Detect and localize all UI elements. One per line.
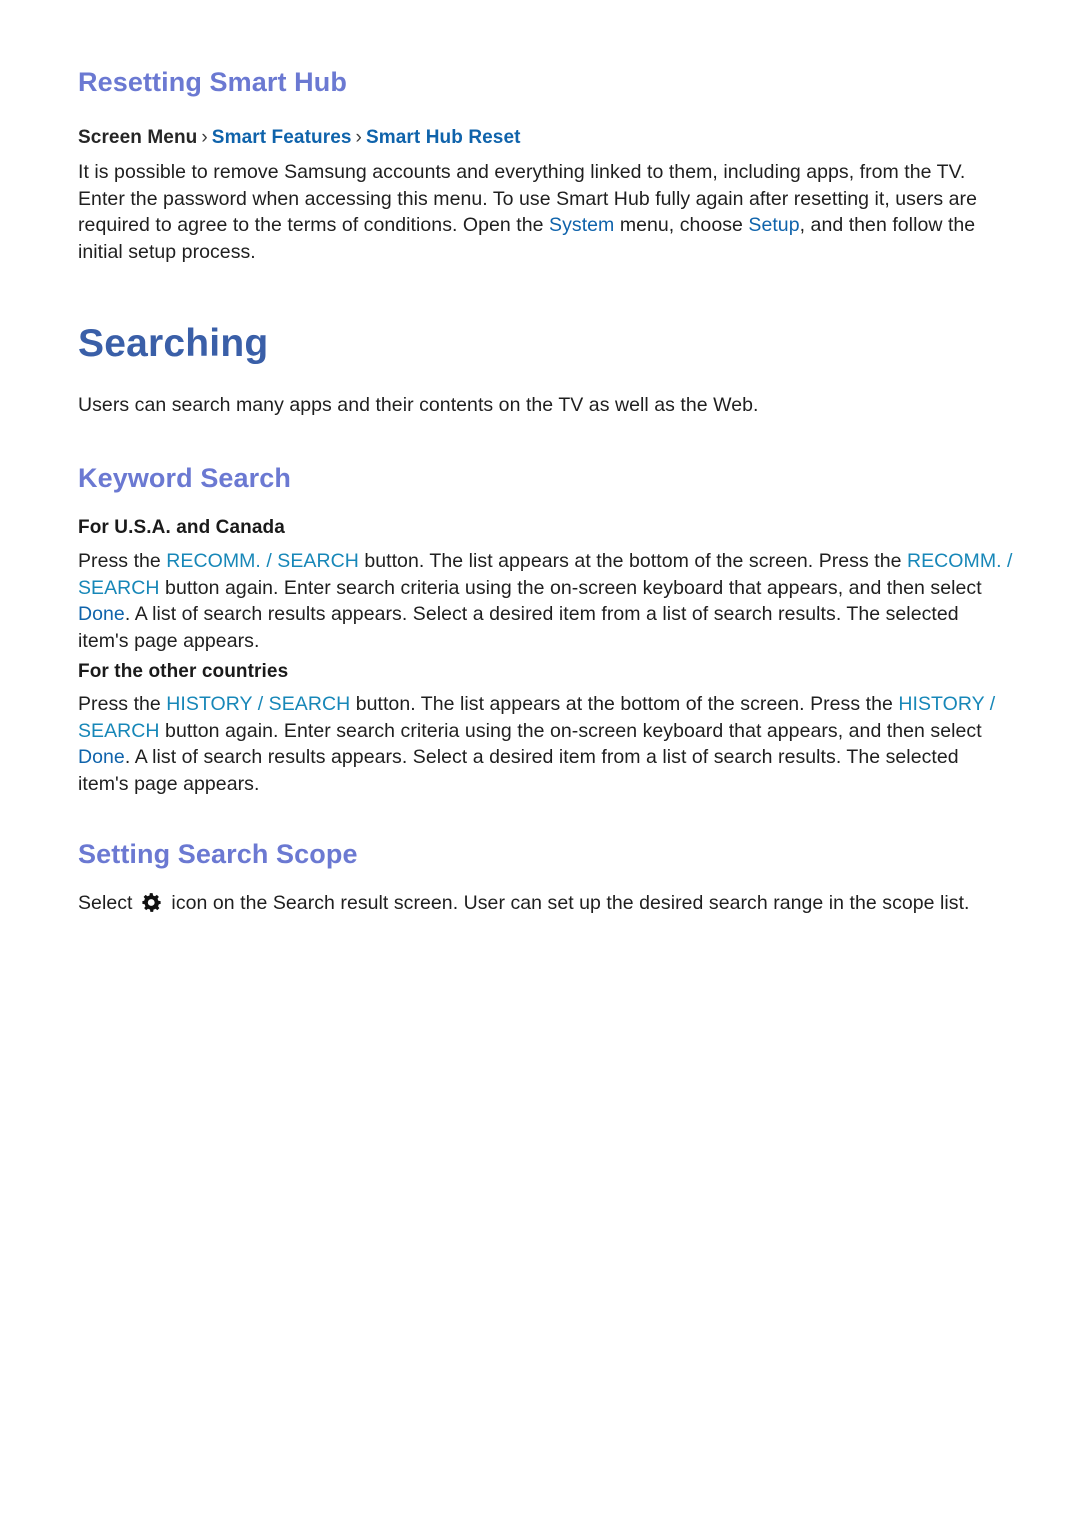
- breadcrumb-separator-icon: ›: [201, 127, 208, 148]
- inline-link-setup[interactable]: Setup: [748, 214, 799, 236]
- page-title: Setting Search Scope: [78, 839, 358, 869]
- subheading-for-usa-and-canada: For U.S.A. and Canada: [78, 515, 285, 541]
- inline-link-done[interactable]: Done: [78, 746, 125, 768]
- page-title: Resetting Smart Hub: [78, 67, 347, 97]
- inline-link-done[interactable]: Done: [78, 603, 125, 625]
- breadcrumb: Screen Menu › Smart Features › Smart Hub Res…: [78, 125, 521, 151]
- subheading-for-the-other-countries: For the other countries: [78, 659, 288, 685]
- section-heading-keyword-search: Keyword Search: [78, 462, 291, 494]
- paragraph-text: button. The list appears at the bottom o…: [358, 550, 907, 572]
- page-title: Keyword Search: [78, 463, 291, 493]
- paragraph-text: . A list of search results appears. Sele…: [78, 746, 959, 795]
- subheading-label: For the other countries: [78, 661, 289, 682]
- inline-link-system[interactable]: System: [549, 214, 614, 236]
- paragraph-text: menu, choose: [614, 214, 749, 236]
- breadcrumb-item-smart-hub-reset[interactable]: Smart Hub Reset: [366, 127, 521, 148]
- paragraph-searching-intro: Users can search many apps and their con…: [78, 392, 1008, 419]
- paragraph-other-countries-instructions: Press the HISTORY / SEARCH button. The l…: [78, 691, 1013, 797]
- paragraph-usa-canada-instructions: Press the RECOMM. / SEARCH button. The l…: [78, 548, 1013, 654]
- paragraph-setting-search-scope: Select icon on the Search result screen.…: [78, 890, 1013, 917]
- key-recomm-search[interactable]: RECOMM. / SEARCH: [166, 550, 359, 572]
- paragraph-text: . A list of search results appears. Sele…: [78, 603, 959, 652]
- chapter-title: Searching: [78, 322, 269, 365]
- paragraph-text: button again. Enter search criteria usin…: [159, 576, 982, 599]
- paragraph-text: Users can search many apps and their con…: [78, 394, 759, 416]
- paragraph-text: button again. Enter search criteria usin…: [159, 719, 982, 742]
- gear-icon: [141, 892, 162, 913]
- paragraph-text: Select: [78, 892, 138, 914]
- document-page: Resetting Smart Hub Screen Menu › Smart Fe…: [0, 0, 1080, 1527]
- paragraph-text: button. The list appears at the bottom o…: [350, 693, 899, 715]
- breadcrumb-item-smart-features[interactable]: Smart Features: [212, 127, 352, 148]
- subheading-label: For U.S.A. and Canada: [78, 517, 285, 538]
- paragraph-text: Press the: [78, 550, 167, 572]
- breadcrumb-separator-icon: ›: [355, 127, 362, 148]
- chapter-heading-searching: Searching: [78, 321, 268, 368]
- paragraph-text: Press the: [78, 693, 167, 715]
- paragraph-text: icon on the Search result screen. User c…: [165, 892, 970, 914]
- section-heading-resetting-smart-hub: Resetting Smart Hub: [78, 66, 347, 98]
- section-heading-setting-search-scope: Setting Search Scope: [78, 838, 358, 870]
- breadcrumb-root: Screen Menu: [78, 127, 198, 148]
- paragraph-resetting-smart-hub: It is possible to remove Samsung account…: [78, 159, 1008, 265]
- key-history-search[interactable]: HISTORY / SEARCH: [166, 693, 350, 715]
